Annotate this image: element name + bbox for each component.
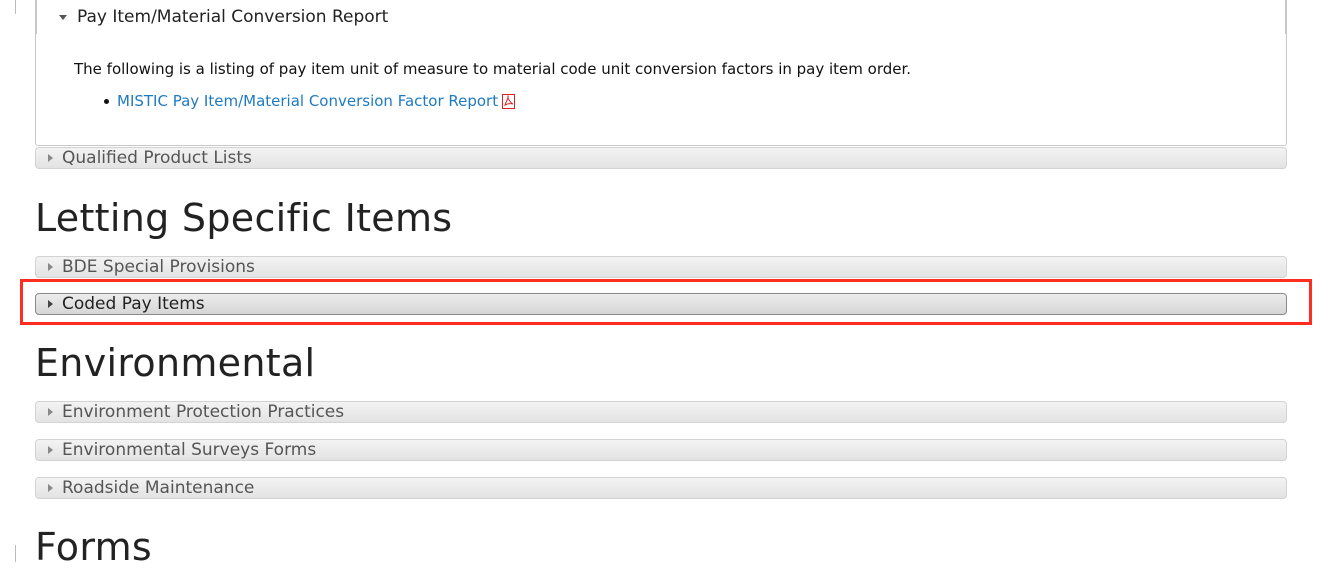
list-item: MISTIC Pay Item/Material Conversion Fact… (104, 92, 516, 110)
caret-right-icon (48, 154, 53, 162)
pay-item-panel-title: Pay Item/Material Conversion Report (77, 7, 389, 27)
bullet-icon (104, 98, 109, 104)
accordion-label: Roadside Maintenance (62, 478, 255, 498)
pdf-icon[interactable] (502, 93, 516, 109)
pay-item-panel-header[interactable]: Pay Item/Material Conversion Report (36, 0, 1286, 34)
pay-item-panel: Pay Item/Material Conversion Report The … (35, 0, 1287, 146)
accordion-label: Qualified Product Lists (62, 148, 252, 168)
accordion-label: Environmental Surveys Forms (62, 440, 317, 460)
accordion-label: Environment Protection Practices (62, 402, 345, 422)
left-rule (15, 0, 16, 14)
mistic-report-link[interactable]: MISTIC Pay Item/Material Conversion Fact… (117, 92, 498, 110)
section-title-forms: Forms (35, 525, 153, 569)
caret-right-icon (48, 263, 53, 271)
caret-right-icon (48, 408, 53, 416)
section-title-environmental: Environmental (35, 341, 316, 385)
accordion-roadside-maintenance[interactable]: Roadside Maintenance (35, 477, 1287, 499)
accordion-qualified-product-lists[interactable]: Qualified Product Lists (35, 147, 1287, 169)
accordion-environmental-surveys-forms[interactable]: Environmental Surveys Forms (35, 439, 1287, 461)
accordion-environment-protection-practices[interactable]: Environment Protection Practices (35, 401, 1287, 423)
left-rule (15, 545, 16, 562)
section-title-letting: Letting Specific Items (35, 196, 453, 240)
accordion-label: BDE Special Provisions (62, 257, 255, 277)
caret-right-icon (48, 484, 53, 492)
accordion-bde-special-provisions[interactable]: BDE Special Provisions (35, 256, 1287, 278)
pay-item-description: The following is a listing of pay item u… (74, 60, 912, 78)
caret-down-icon (59, 14, 67, 20)
highlight-box (20, 279, 1312, 325)
caret-right-icon (48, 446, 53, 454)
